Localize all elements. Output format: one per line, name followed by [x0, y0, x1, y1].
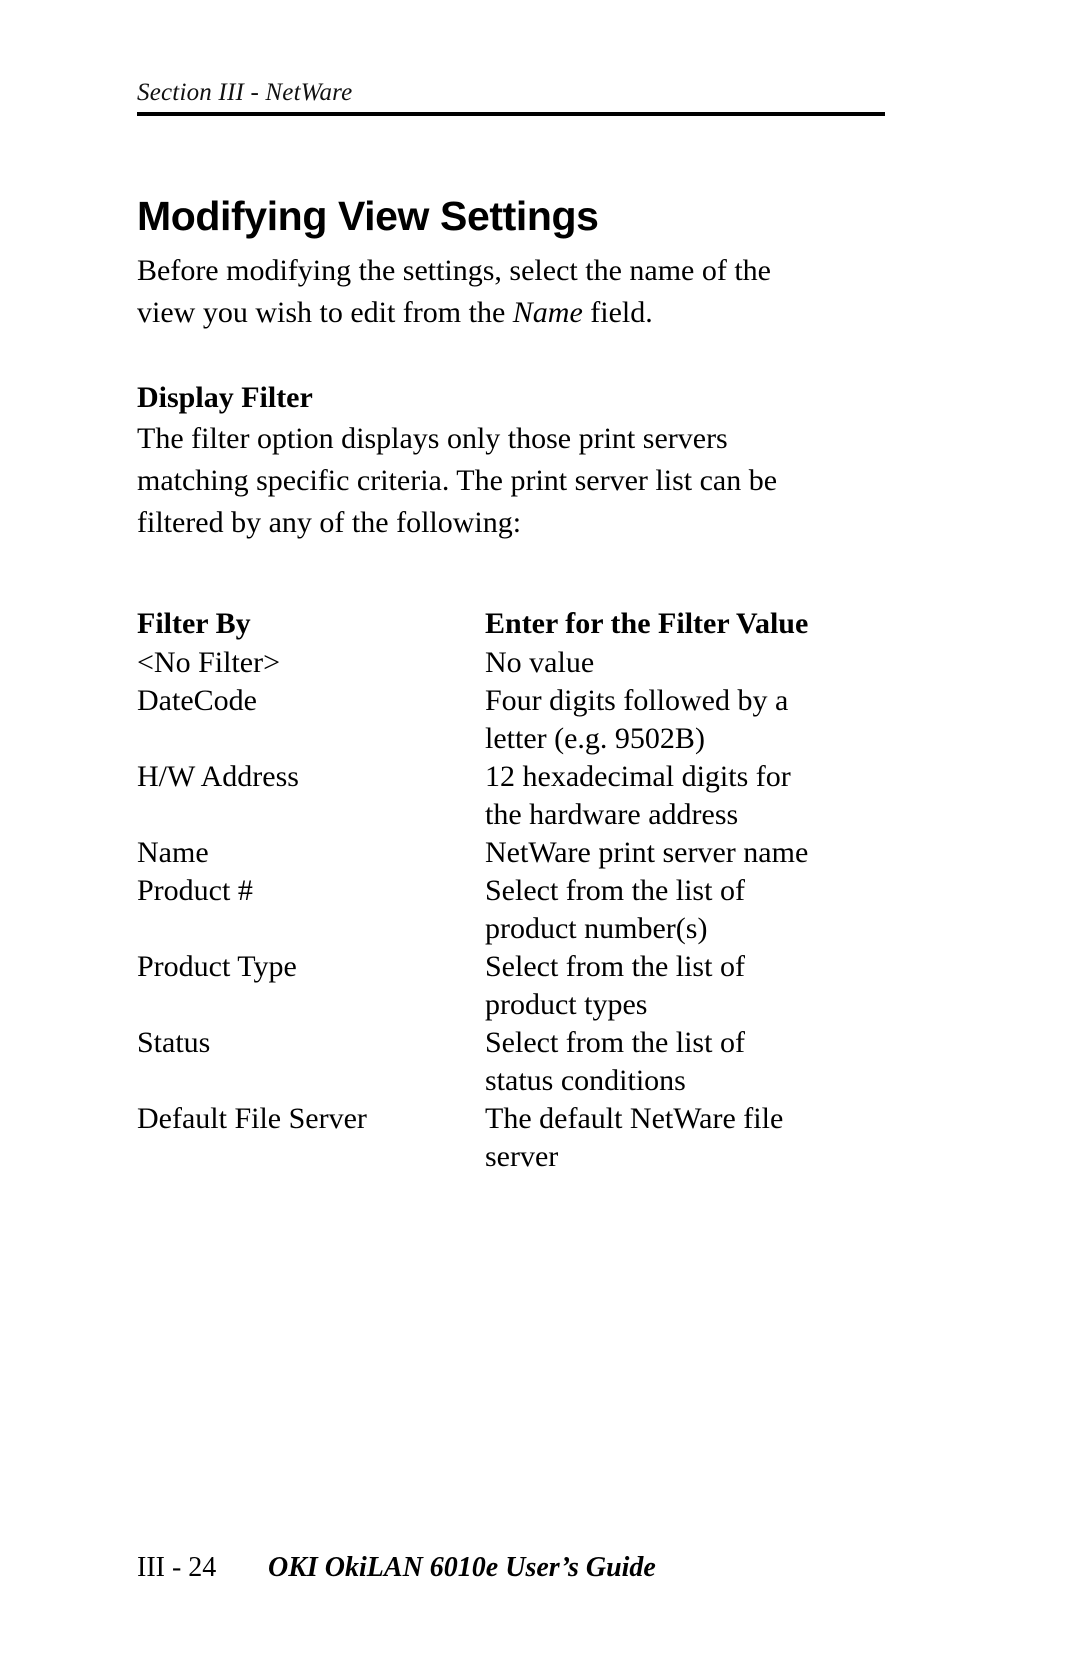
display-filter-paragraph: The filter option displays only those pr…	[137, 422, 778, 539]
cell-filter-value: 12 hexadecimal digits for the hardware a…	[485, 758, 897, 834]
table-row: Status Select from the list of status co…	[137, 1024, 897, 1100]
intro-italic-name: Name	[512, 296, 583, 329]
page-title: Modifying View Settings	[137, 193, 599, 239]
cell-filter-value: Four digits followed by a letter (e.g. 9…	[485, 682, 897, 758]
cell-value-line-1: NetWare print server name	[485, 836, 809, 869]
intro-text-after: field.	[582, 296, 653, 329]
cell-filter-value: Select from the list of product number(s…	[485, 872, 897, 948]
table-header-filter-value: Enter for the Filter Value	[485, 607, 809, 640]
footer-document-title: OKI OkiLAN 6010e User’s Guide	[268, 1552, 656, 1583]
cell-value-line-2: server	[485, 1140, 559, 1173]
cell-filter-by: Product #	[137, 874, 253, 907]
cell-value-line-2: product number(s)	[485, 912, 708, 945]
cell-value-line-2: product types	[485, 988, 648, 1021]
cell-value-line-2: the hardware address	[485, 798, 739, 831]
cell-filter-value: Select from the list of status condition…	[485, 1024, 897, 1100]
header-rule	[137, 112, 885, 116]
cell-value-line-1: 12 hexadecimal digits for	[485, 760, 791, 793]
main-content: Modifying View Settings Before modifying…	[137, 192, 897, 1176]
cell-filter-by: Product Type	[137, 950, 297, 983]
cell-value-line-1: Four digits followed by a	[485, 684, 789, 717]
cell-value-line-1: The default NetWare file	[485, 1102, 784, 1135]
footer-page-number: III - 24	[137, 1552, 217, 1583]
filter-table: Filter By Enter for the Filter Value <No…	[137, 604, 897, 1176]
document-page: Section III - NetWare Modifying View Set…	[0, 0, 1080, 1669]
table-row: Default File Server The default NetWare …	[137, 1100, 897, 1176]
cell-value-line-1: Select from the list of	[485, 874, 745, 907]
table-row: <No Filter> No value	[137, 644, 897, 682]
cell-value-line-1: No value	[485, 646, 595, 679]
cell-value-line-2: letter (e.g. 9502B)	[485, 722, 705, 755]
intro-text-before: Before modifying the settings, select th…	[137, 254, 771, 329]
table-row: DateCode Four digits followed by a lette…	[137, 682, 897, 758]
table-row: Product Type Select from the list of pro…	[137, 948, 897, 1024]
cell-filter-value: The default NetWare file server	[485, 1100, 897, 1176]
cell-value-line-1: Select from the list of	[485, 1026, 745, 1059]
table-row: Name NetWare print server name	[137, 834, 897, 872]
cell-filter-by: Name	[137, 836, 209, 869]
cell-filter-by: Default File Server	[137, 1102, 367, 1135]
table-row: H/W Address 12 hexadecimal digits for th…	[137, 758, 897, 834]
cell-filter-value: Select from the list of product types	[485, 948, 897, 1024]
cell-filter-by: H/W Address	[137, 760, 299, 793]
cell-filter-by: DateCode	[137, 684, 257, 717]
cell-filter-value: No value	[485, 644, 897, 682]
cell-value-line-2: status conditions	[485, 1064, 686, 1097]
cell-filter-by: <No Filter>	[137, 646, 280, 679]
table-header-filter-by: Filter By	[137, 607, 251, 640]
cell-filter-by: Status	[137, 1026, 211, 1059]
table-row: Product # Select from the list of produc…	[137, 872, 897, 948]
display-filter-subheading: Display Filter	[137, 381, 313, 414]
running-header: Section III - NetWare	[137, 78, 885, 116]
cell-value-line-1: Select from the list of	[485, 950, 745, 983]
table-header-row: Filter By Enter for the Filter Value	[137, 604, 897, 644]
cell-filter-value: NetWare print server name	[485, 834, 897, 872]
table-body: <No Filter> No value DateCode Four digit…	[137, 644, 897, 1176]
running-header-text: Section III - NetWare	[137, 79, 353, 106]
page-footer: III - 24 OKI OkiLAN 6010e User’s Guide	[137, 1551, 897, 1585]
intro-paragraph: Before modifying the settings, select th…	[137, 250, 817, 334]
